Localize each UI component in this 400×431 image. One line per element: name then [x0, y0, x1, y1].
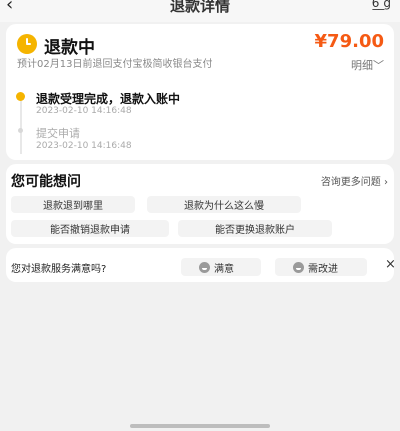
faq-question-button[interactable]: 能否更换退款账户 [178, 220, 332, 237]
faq-more-label: 咨询更多问题 [320, 177, 381, 188]
satisfaction-card: 您对退款服务满意吗? 满意 需改进 × [6, 248, 396, 282]
page-title: 退款详情 [169, 0, 230, 15]
needs-improvement-button[interactable]: 需改进 [275, 258, 367, 276]
timeline-step-time: 2023-02-10 14:16:48 [36, 106, 132, 116]
home-indicator[interactable] [130, 424, 270, 428]
faq-card: 您可能想问 咨询更多问题 › 退款退到哪里 退款为什么这么慢 能否撤销退款申请 … [6, 164, 394, 244]
satisfied-label: 满意 [214, 263, 234, 275]
refund-amount: ¥79.00 [314, 31, 384, 52]
smile-icon [293, 261, 304, 273]
chevron-down-icon: ﹀ [373, 59, 384, 72]
top-bar: ‹ 退款详情 6̲_g [0, 0, 400, 22]
satisfied-button[interactable]: 满意 [181, 258, 261, 276]
detail-button[interactable]: 明细﹀ [351, 57, 384, 73]
clock-icon [17, 34, 37, 54]
needs-improvement-label: 需改进 [308, 263, 338, 275]
timeline-dot [18, 128, 23, 133]
timeline-step-text: 退款受理完成，退款入账中 [36, 92, 181, 106]
share-icon[interactable]: 6̲_g [372, 0, 391, 10]
timeline-step-text: 提交申请 [36, 127, 80, 140]
chevron-right-icon: › [384, 177, 388, 188]
faq-more-link[interactable]: 咨询更多问题 › [321, 173, 388, 188]
detail-label: 明细 [351, 59, 373, 72]
satisfaction-question: 您对退款服务满意吗? [11, 264, 107, 275]
faq-question-button[interactable]: 退款为什么这么慢 [147, 196, 301, 213]
refund-status-title: 退款中 [44, 38, 95, 58]
faq-question-button[interactable]: 退款退到哪里 [11, 196, 135, 213]
faq-question-button[interactable]: 能否撤销退款申请 [11, 220, 169, 237]
refund-eta-text: 预计02月13日前退回支付宝极简收银台支付 [17, 59, 213, 70]
smile-icon [199, 261, 210, 273]
timeline-step-time: 2023-02-10 14:16:48 [36, 141, 132, 151]
refund-status-card: 退款中 ¥79.00 预计02月13日前退回支付宝极简收银台支付 明细﹀ 退款受… [6, 24, 394, 160]
timeline-line [20, 94, 22, 154]
faq-title: 您可能想问 [11, 174, 81, 190]
close-icon[interactable]: × [385, 257, 396, 272]
timeline-dot-active [16, 92, 25, 101]
